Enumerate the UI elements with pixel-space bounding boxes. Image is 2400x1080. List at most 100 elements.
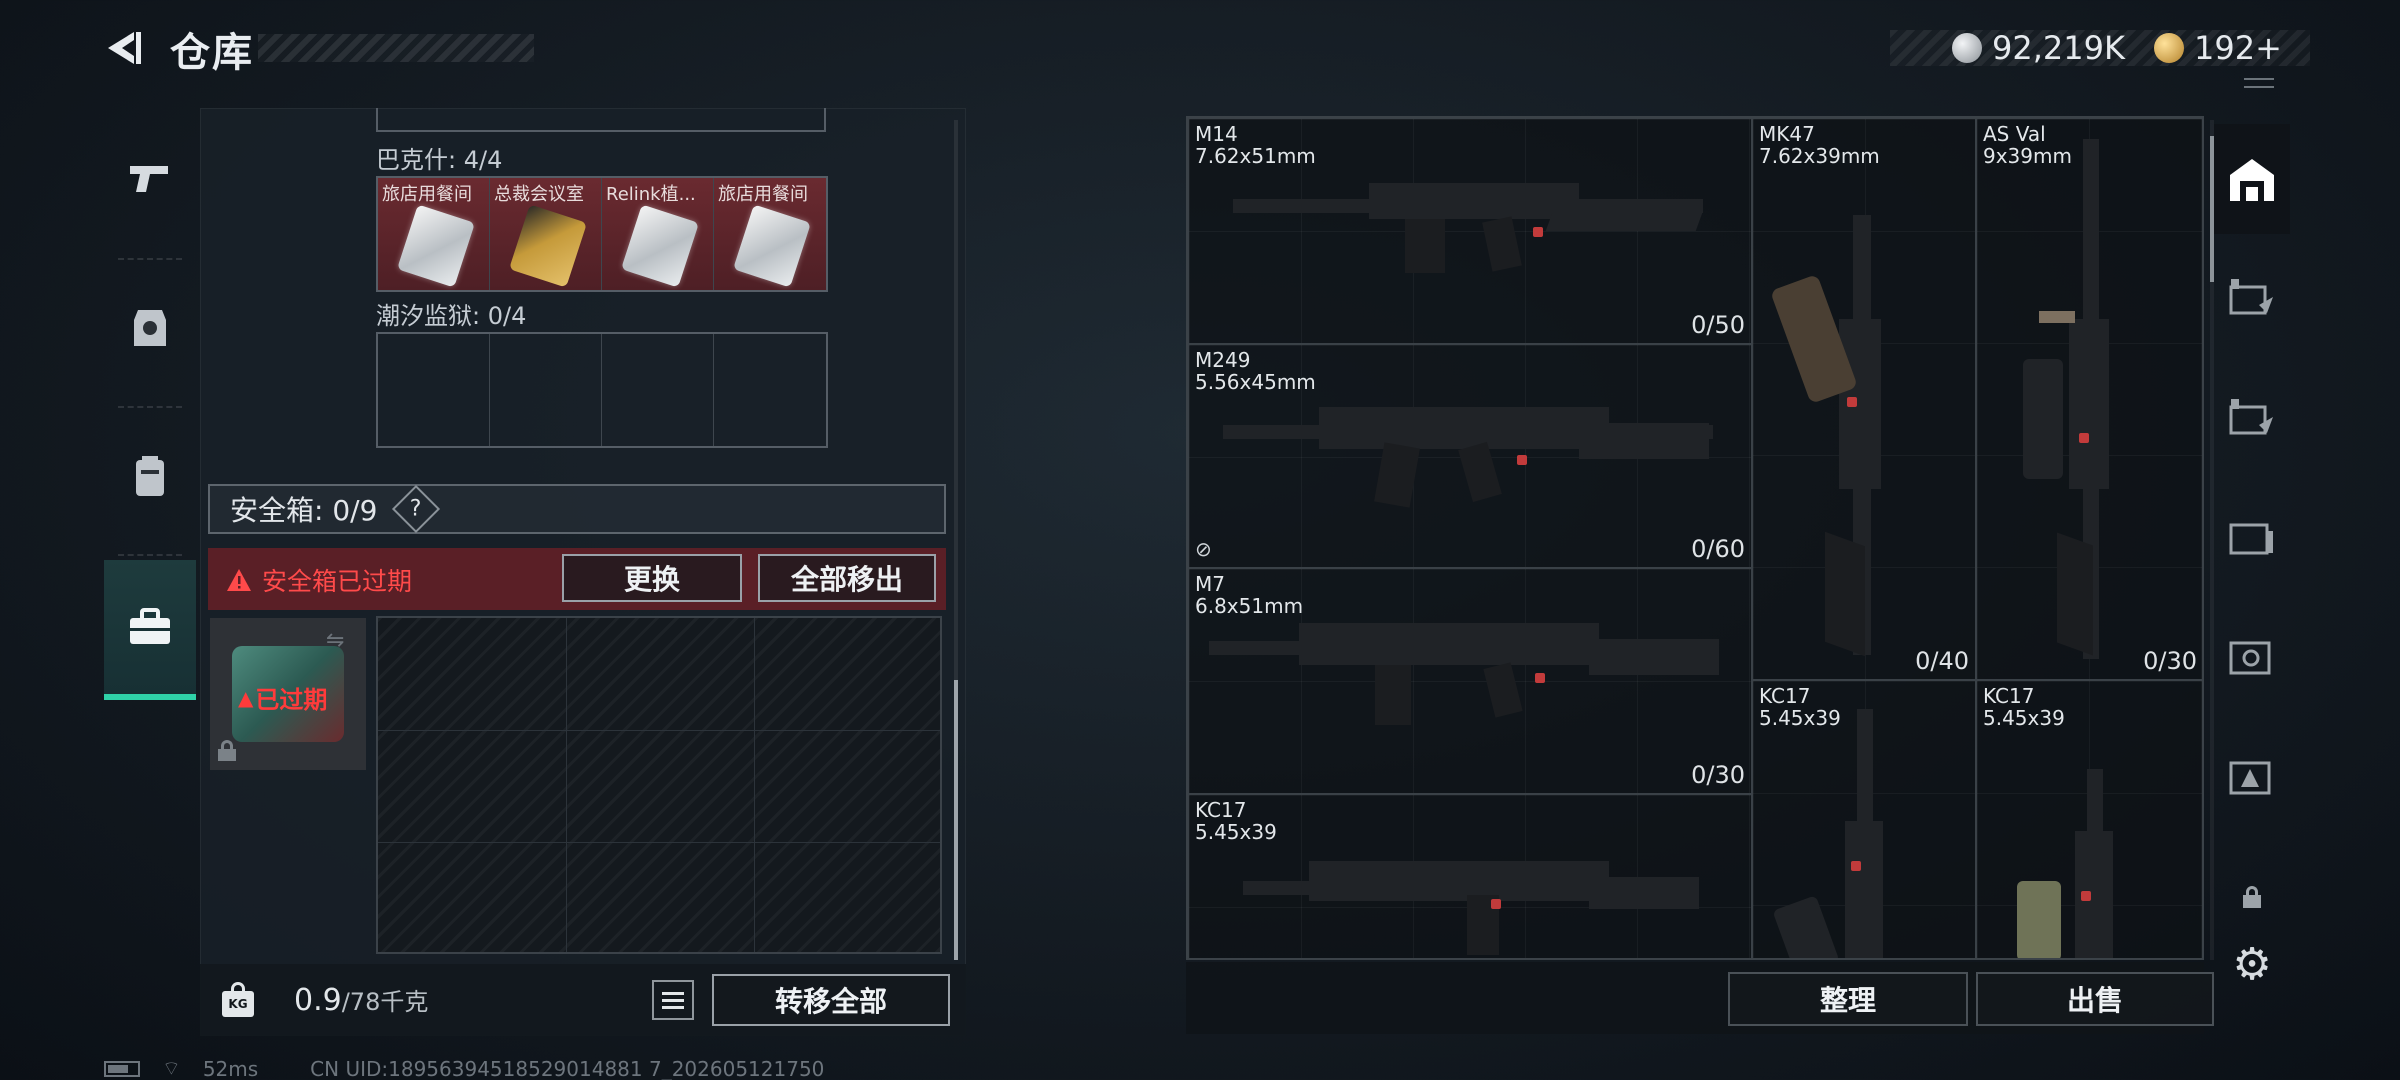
keycard-name: 旅店用餐间 xyxy=(718,184,808,205)
weapon-cell[interactable]: KC17 5.45x39 xyxy=(1976,680,2202,958)
currency-silver: 92,219K xyxy=(1952,29,2125,67)
safebox-header: 安全箱: 0/9 ? xyxy=(208,484,946,534)
currency-silver-value: 92,219K xyxy=(1992,29,2125,67)
keycard-slot[interactable]: 旅店用餐间 xyxy=(714,178,826,290)
keycard-slot[interactable]: Relink植... xyxy=(602,178,714,290)
backpack-icon xyxy=(136,456,164,496)
keycard-slot[interactable]: 总裁会议室 xyxy=(490,178,602,290)
weight-kg-icon: KG xyxy=(222,982,254,1018)
settings-button[interactable]: ⚙ xyxy=(2214,924,2290,1004)
move-all-out-button[interactable]: 全部移出 xyxy=(758,554,936,602)
weight-current: 0.9 xyxy=(294,983,342,1018)
keycard-name: 旅店用餐间 xyxy=(382,184,472,205)
weapon-count: 0/50 xyxy=(1691,311,1745,339)
left-bottom-bar: KG 0.9/78千克 转移全部 xyxy=(200,964,966,1036)
expired-warning: 安全箱已过期 xyxy=(226,562,412,598)
no-trade-icon: ⊘ xyxy=(1195,537,1212,561)
currency-gold-value: 192+ xyxy=(2194,29,2282,67)
keycard-icon xyxy=(732,204,812,288)
swap-icon[interactable]: ⇋ xyxy=(326,628,344,653)
tab-warehouse[interactable] xyxy=(2214,124,2290,234)
empty-keycard-slot[interactable] xyxy=(378,334,490,446)
safebox-title: 安全箱: 0/9 xyxy=(230,494,378,527)
locker-icon xyxy=(2229,279,2273,315)
back-button[interactable] xyxy=(100,24,148,72)
weapon-label: AS Val 9x39mm xyxy=(1983,122,2072,168)
sell-button[interactable]: 出售 xyxy=(1976,972,2214,1026)
locker-icon xyxy=(2229,399,2273,435)
weapon-cell[interactable]: M249 5.56x45mm ⊘ 0/60 xyxy=(1188,344,1752,568)
transfer-all-button[interactable]: 转移全部 xyxy=(712,974,950,1026)
weapon-grid-panel: M14 7.62x51mm 0/50 MK47 7.62x39mm 0/40 AS … xyxy=(1186,116,2204,960)
safebox-item[interactable]: ⇋ ▲ 已过期 xyxy=(210,618,366,770)
weapon-count: 0/60 xyxy=(1691,535,1745,563)
group-label-bakeshi: 巴克什: 4/4 xyxy=(376,146,503,174)
weight-total: /78千克 xyxy=(341,988,429,1016)
lock-icon xyxy=(218,740,236,761)
right-bottom-bar: 整理 出售 xyxy=(1186,962,2214,1034)
keycard-slot[interactable]: 旅店用餐间 xyxy=(378,178,490,290)
tab-safebox[interactable] xyxy=(104,560,196,700)
replace-button[interactable]: 更换 xyxy=(562,554,742,602)
weapon-cell[interactable]: MK47 7.62x39mm 0/40 xyxy=(1752,118,1976,680)
keycard-icon xyxy=(396,204,476,288)
weapon-cell[interactable]: AS Val 9x39mm 0/30 xyxy=(1976,118,2202,680)
vault-icon xyxy=(2229,641,2271,675)
silver-coin-icon xyxy=(1952,33,1982,63)
lock-icon xyxy=(2243,886,2261,908)
page-title: 仓库 xyxy=(170,30,254,76)
left-scrollbar-thumb[interactable] xyxy=(954,680,958,960)
weapon-label: KC17 5.45x39 xyxy=(1983,684,2065,730)
gear-icon: ⚙ xyxy=(2232,938,2272,990)
list-view-button[interactable] xyxy=(652,980,694,1020)
safebox-expired-bar: 安全箱已过期 更换 全部移出 xyxy=(208,548,946,610)
empty-keycard-slot[interactable] xyxy=(714,334,826,446)
group-label-chaoxi: 潮汐监狱: 0/4 xyxy=(376,302,527,330)
safebox-grid[interactable] xyxy=(376,616,942,954)
gold-coin-icon xyxy=(2154,33,2184,63)
tab-backpack[interactable] xyxy=(104,406,196,546)
weapon-label: M7 6.8x51mm xyxy=(1195,572,1304,618)
expired-badge: ▲ 已过期 xyxy=(238,685,328,715)
folder-icon xyxy=(2229,523,2273,555)
weapon-cell[interactable]: M7 6.8x51mm 0/30 xyxy=(1188,568,1752,794)
keycard-name: Relink植... xyxy=(606,184,696,205)
tab-weapons[interactable] xyxy=(104,108,196,248)
weapon-label: M249 5.56x45mm xyxy=(1195,348,1316,394)
weapon-cell[interactable]: M14 7.62x51mm 0/50 xyxy=(1188,118,1752,344)
empty-keycard-slot[interactable] xyxy=(602,334,714,446)
back-arrow-icon xyxy=(108,32,141,64)
tab-helmet[interactable] xyxy=(104,258,196,398)
sort-button[interactable]: 整理 xyxy=(1728,972,1968,1026)
armor-icon xyxy=(134,310,166,346)
keycard-icon xyxy=(620,204,700,288)
weapon-cell[interactable]: KC17 5.45x39 xyxy=(1188,794,1752,958)
right-tab-bar: ⚙ xyxy=(2214,116,2290,996)
weapon-label: M14 7.62x51mm xyxy=(1195,122,1316,168)
weapon-label: MK47 7.62x39mm xyxy=(1759,122,1880,168)
keycard-row-chaoxi xyxy=(376,332,828,448)
weapon-cell[interactable]: KC17 5.45x39 xyxy=(1752,680,1976,958)
uid-text: CN UID:18956394518529014881 7_2026051217… xyxy=(310,1056,825,1080)
help-icon[interactable]: ? xyxy=(392,484,441,534)
tab-storage-1[interactable] xyxy=(2214,242,2290,352)
tab-storage-3[interactable] xyxy=(2214,482,2290,592)
alert-box-icon xyxy=(2229,761,2271,795)
briefcase-icon xyxy=(130,608,170,644)
weapon-count: 0/30 xyxy=(2143,647,2197,675)
tab-storage-5[interactable] xyxy=(2214,722,2290,832)
keycard-icon xyxy=(508,204,588,288)
weapon-label: KC17 5.45x39 xyxy=(1195,798,1277,844)
warehouse-icon xyxy=(2230,159,2274,201)
empty-keycard-slot[interactable] xyxy=(490,334,602,446)
keycard-row-bakeshi: 旅店用餐间 总裁会议室 Relink植... 旅店用餐间 xyxy=(376,176,828,292)
tab-storage-2[interactable] xyxy=(2214,362,2290,472)
menu-handle-icon xyxy=(2244,78,2274,88)
weapon-count: 0/40 xyxy=(1915,647,1969,675)
currency-gold[interactable]: 192+ xyxy=(2154,29,2282,67)
tab-storage-4[interactable] xyxy=(2214,602,2290,712)
status-bar: ⌔ 52ms CN UID:18956394518529014881 7_202… xyxy=(104,1056,824,1080)
battery-icon xyxy=(104,1060,140,1077)
weight-display: 0.9/78千克 xyxy=(294,982,428,1018)
weapon-count: 0/30 xyxy=(1691,761,1745,789)
